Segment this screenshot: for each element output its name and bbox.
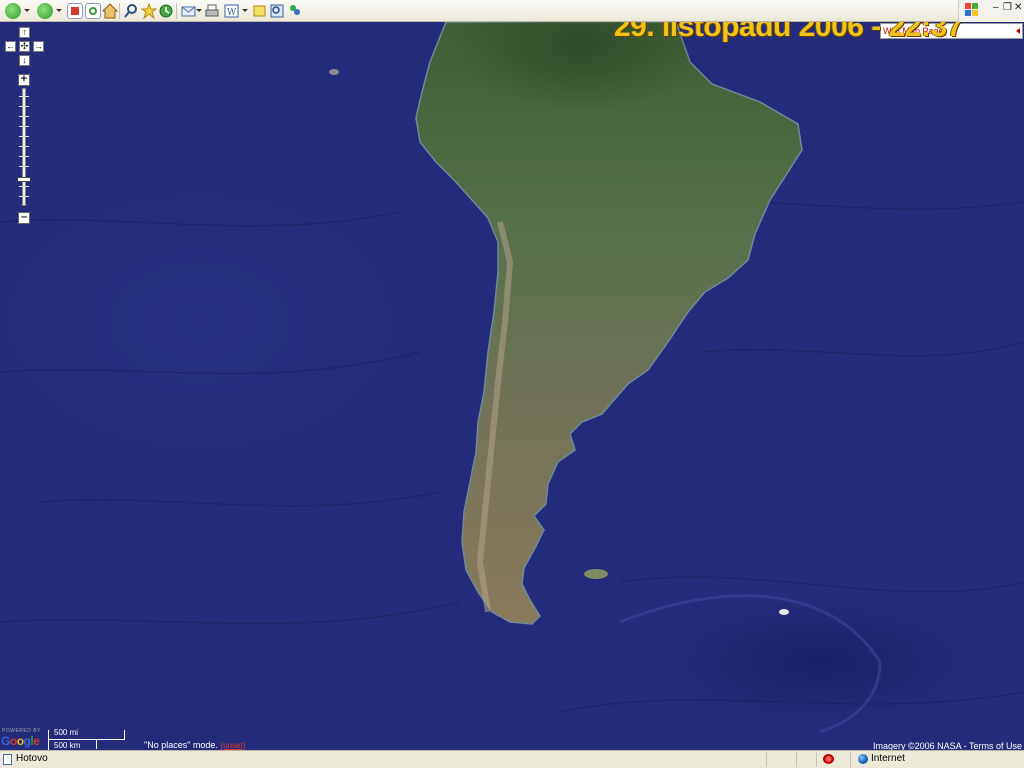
scale-bar: 500 mi 500 km (48, 728, 126, 750)
security-zone-text: Internet (871, 753, 905, 764)
toolbar-separator (176, 3, 177, 19)
mail-dropdown-icon[interactable] (196, 9, 202, 12)
pan-down-button[interactable]: ↓ (19, 55, 30, 66)
search-icon[interactable] (123, 3, 139, 19)
window-controls: – ❐ ✕ (958, 0, 1024, 22)
zoom-tick (19, 116, 29, 117)
page-icon (3, 754, 12, 765)
terms-of-use-link[interactable]: Terms of Use (969, 741, 1022, 750)
popup-blocked-icon[interactable] (823, 754, 834, 764)
favorites-icon[interactable] (140, 2, 158, 20)
mode-text: "No places" mode. (144, 740, 218, 750)
map-type-arrow-icon (1016, 28, 1020, 34)
home-icon[interactable] (101, 3, 119, 19)
messenger-icon[interactable] (287, 3, 303, 19)
svg-text:W: W (227, 8, 237, 18)
status-cell (796, 752, 816, 767)
edit-dropdown-icon[interactable] (242, 9, 248, 12)
mode-status: "No places" mode. (unset) (144, 740, 245, 750)
forward-dropdown-icon[interactable] (56, 9, 62, 12)
zoom-tick (19, 106, 29, 107)
zoom-slider-thumb[interactable] (17, 177, 31, 182)
zoom-out-button[interactable]: – (18, 212, 30, 224)
status-bar: Hotovo Internet (0, 750, 1024, 768)
pan-center-button[interactable]: ✣ (19, 41, 30, 52)
scale-miles-label: 500 mi (54, 728, 79, 737)
zoom-tick (19, 136, 29, 137)
google-logo[interactable]: Google (1, 734, 40, 748)
discuss-icon[interactable] (252, 3, 268, 19)
scale-km-label: 500 km (54, 741, 81, 750)
zoom-tick (19, 186, 29, 187)
stop-icon[interactable] (67, 3, 83, 19)
pan-left-button[interactable]: ← (5, 41, 16, 52)
windows-logo-icon (965, 3, 979, 17)
history-icon[interactable] (158, 3, 174, 19)
status-text: Hotovo (16, 753, 48, 764)
restore-icon[interactable]: ❐ (1003, 2, 1012, 14)
pan-right-button[interactable]: → (33, 41, 44, 52)
status-cell (766, 752, 796, 767)
close-icon[interactable]: ✕ (1014, 2, 1022, 14)
zoom-in-button[interactable]: + (18, 74, 30, 86)
back-dropdown-icon[interactable] (24, 9, 30, 12)
refresh-icon[interactable] (85, 3, 101, 19)
forward-icon[interactable] (37, 3, 53, 19)
toolbar-separator (119, 3, 120, 19)
copyright-text: Imagery ©2006 NASA - (872, 741, 969, 750)
zoom-tick (19, 96, 29, 97)
zoom-tick (19, 146, 29, 147)
mode-unset-link[interactable]: (unset) (220, 741, 245, 750)
browser-toolbar: W – ❐ ✕ (0, 0, 1024, 22)
zoom-tick (19, 166, 29, 167)
mail-icon[interactable] (181, 3, 197, 19)
minimize-icon[interactable]: – (993, 2, 999, 14)
print-icon[interactable] (204, 3, 220, 19)
map-imagery (0, 22, 1024, 734)
zoom-tick (19, 156, 29, 157)
internet-zone-icon (858, 754, 868, 764)
pan-up-button[interactable]: ↑ (19, 27, 30, 38)
research-icon[interactable] (269, 3, 285, 19)
satellite-map[interactable]: ↑ ← ✣ → ↓ + – Wiki Map Page 29. listopad… (0, 22, 1024, 750)
zoom-tick (19, 196, 29, 197)
map-copyright: Imagery ©2006 NASA - Terms of Use (873, 741, 1022, 750)
falkland-islands (584, 569, 608, 579)
zoom-tick (19, 126, 29, 127)
back-icon[interactable] (5, 3, 21, 19)
edit-icon[interactable]: W (224, 3, 240, 19)
date-overlay: 29. listopadu 2006 - 22:37 (614, 22, 963, 43)
